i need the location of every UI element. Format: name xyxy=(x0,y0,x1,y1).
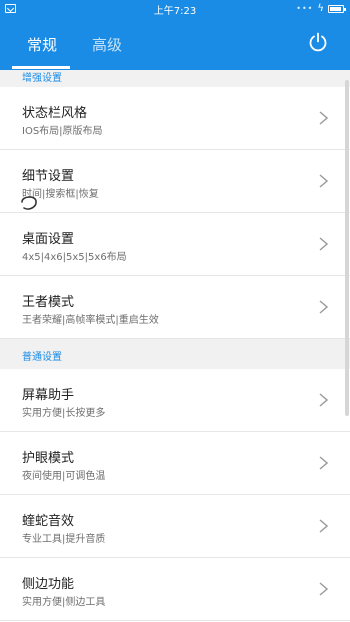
item-title: 屏幕助手 xyxy=(22,388,75,403)
item-title: 王者模式 xyxy=(22,295,75,310)
charging-bolt-icon: ϟ xyxy=(317,3,324,14)
item-subtitle: 4x5|4x6|5x5|5x6布局 xyxy=(22,252,127,263)
touch-indicator-icon xyxy=(21,196,37,210)
app-header: 常规 高级 xyxy=(0,18,350,70)
list-item-eye-care-mode[interactable]: 护眼模式 夜间使用|可调色温 xyxy=(0,432,350,495)
chevron-right-icon xyxy=(319,582,328,596)
signal-dots-icon: ••• xyxy=(296,4,314,13)
item-title: 状态栏风格 xyxy=(22,106,88,121)
chevron-right-icon xyxy=(319,111,328,125)
item-title: 细节设置 xyxy=(22,169,75,184)
section-header-enhanced: 增强设置 xyxy=(0,70,350,87)
list-item-king-mode[interactable]: 王者模式 王者荣耀|高帧率模式|重启生效 xyxy=(0,276,350,339)
chevron-right-icon xyxy=(319,456,328,470)
item-subtitle: 专业工具|提升音质 xyxy=(22,534,106,545)
item-title: 侧边功能 xyxy=(22,577,75,592)
list-item-statusbar-style[interactable]: 状态栏风格 IOS布局|原版布局 xyxy=(0,87,350,150)
list-item-viper-sound[interactable]: 蝰蛇音效 专业工具|提升音质 xyxy=(0,495,350,558)
item-title: 桌面设置 xyxy=(22,232,75,247)
power-icon[interactable] xyxy=(308,32,328,52)
item-title: 护眼模式 xyxy=(22,451,75,466)
tab-general[interactable]: 常规 xyxy=(27,34,57,55)
list-item-screen-assistant[interactable]: 屏幕助手 实用方便|长按更多 xyxy=(0,369,350,432)
list-item-desktop-settings[interactable]: 桌面设置 4x5|4x6|5x5|5x6布局 xyxy=(0,213,350,276)
item-title: 蝰蛇音效 xyxy=(22,514,75,529)
active-tab-indicator xyxy=(12,66,70,69)
status-icons: ••• ϟ xyxy=(296,3,346,14)
tab-advanced[interactable]: 高级 xyxy=(92,34,122,55)
settings-list: 增强设置 状态栏风格 IOS布局|原版布局 细节设置 时间|搜索框|恢复 桌面设… xyxy=(0,70,350,622)
chevron-right-icon xyxy=(319,300,328,314)
chevron-right-icon xyxy=(319,237,328,251)
item-subtitle: IOS布局|原版布局 xyxy=(22,126,103,137)
item-subtitle: 夜间使用|可调色温 xyxy=(22,471,106,482)
chevron-right-icon xyxy=(319,519,328,533)
item-subtitle: 实用方便|长按更多 xyxy=(22,408,106,419)
item-subtitle: 实用方便|侧边工具 xyxy=(22,597,106,608)
status-time: 上午7:23 xyxy=(153,5,197,17)
list-item-detail-settings[interactable]: 细节设置 时间|搜索框|恢复 xyxy=(0,150,350,213)
status-bar: 上午7:23 ••• ϟ xyxy=(0,0,350,18)
section-header-general: 普通设置 xyxy=(0,339,350,369)
list-item-side-function[interactable]: 侧边功能 实用方便|侧边工具 xyxy=(0,558,350,621)
battery-icon xyxy=(328,4,346,13)
item-subtitle: 王者荣耀|高帧率模式|重启生效 xyxy=(22,315,159,326)
screenshot-icon xyxy=(5,4,16,13)
chevron-right-icon xyxy=(319,393,328,407)
chevron-right-icon xyxy=(319,174,328,188)
scrollbar[interactable] xyxy=(345,80,349,416)
